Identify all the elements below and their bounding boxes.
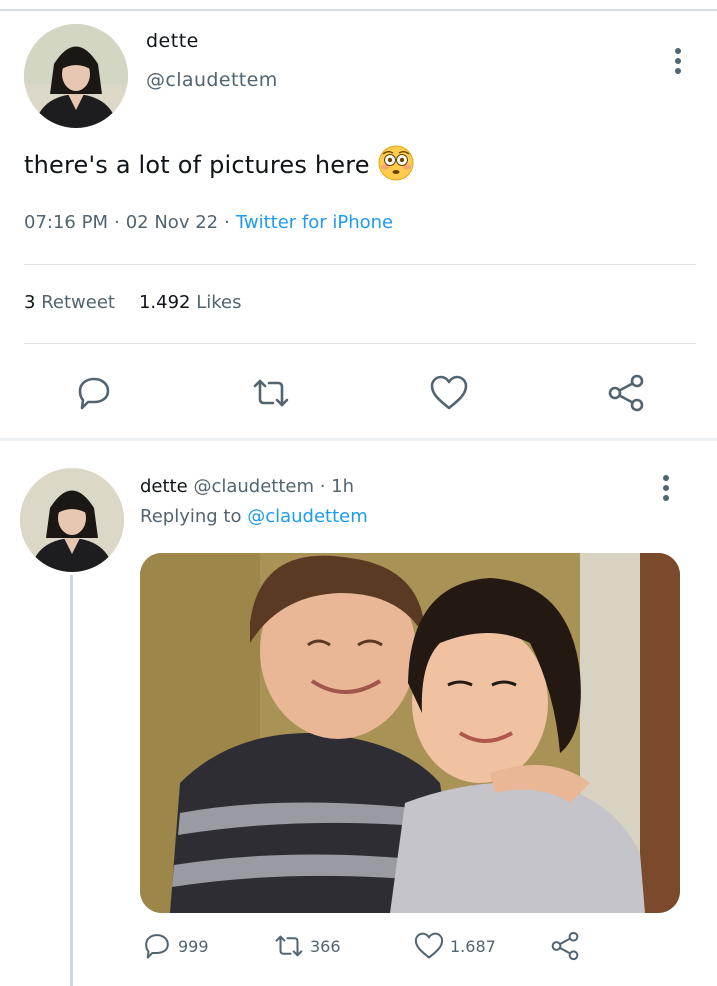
retweet-label: Retweet — [41, 292, 115, 313]
retweet-icon — [275, 935, 303, 957]
top-border — [0, 9, 717, 11]
like-icon — [414, 932, 444, 959]
reply-icon — [145, 934, 169, 959]
tweet-body: there's a lot of pictures here — [24, 151, 370, 179]
thread-line — [70, 575, 73, 986]
retweet-action[interactable]: 366 — [272, 928, 341, 964]
reply-avatar[interactable] — [20, 468, 124, 572]
share-action[interactable] — [548, 928, 586, 964]
reply-header: dette @claudettem · 1h — [140, 476, 355, 497]
avatar[interactable] — [24, 24, 128, 128]
retweet-stat[interactable]: 3 Retweet — [24, 292, 115, 313]
flushed-face-icon — [378, 145, 414, 181]
replying-prefix: Replying to — [140, 506, 242, 527]
like-count: 1.492 — [138, 292, 191, 313]
retweet-count: 3 — [24, 292, 36, 313]
more-options-icon[interactable] — [654, 471, 678, 505]
tweet-time: 07:16 PM — [24, 212, 108, 233]
avatar-image — [20, 468, 124, 572]
section-divider — [0, 438, 717, 441]
reply-display-name[interactable]: dette — [140, 476, 188, 497]
display-name[interactable]: dette — [146, 30, 199, 52]
tweet-photo[interactable] — [140, 553, 680, 913]
tweet-text: there's a lot of pictures here — [24, 145, 414, 184]
tweet-meta: 07:16 PM · 02 Nov 22 · Twitter for iPhone — [24, 212, 394, 233]
divider — [24, 264, 696, 265]
share-icon — [551, 931, 579, 961]
reply-action[interactable]: 999 — [140, 928, 209, 964]
tweet-source-link[interactable]: Twitter for iPhone — [236, 212, 393, 233]
more-options-icon[interactable] — [666, 44, 690, 78]
avatar-image — [24, 24, 128, 128]
reply-handle[interactable]: @claudettem — [193, 476, 314, 497]
like-action[interactable]: 1.687 — [412, 928, 496, 964]
user-handle[interactable]: @claudettem — [146, 69, 278, 91]
like-label: Likes — [196, 292, 242, 313]
reply-count: 999 — [178, 936, 209, 956]
tweet-stats: 3 Retweet 1.492 Likes — [24, 292, 241, 313]
retweet-icon[interactable] — [249, 371, 293, 415]
reply-icon[interactable] — [72, 371, 116, 415]
tweet-date: 02 Nov 22 — [125, 212, 219, 233]
like-icon[interactable] — [427, 371, 471, 415]
share-icon[interactable] — [604, 371, 648, 415]
like-stat[interactable]: 1.492 Likes — [139, 292, 242, 313]
reply-like-count: 1.687 — [450, 936, 496, 956]
reply-time: 1h — [331, 476, 355, 497]
divider — [24, 343, 696, 344]
replying-to: Replying to @claudettem — [140, 506, 368, 527]
replying-to-handle[interactable]: @claudettem — [247, 506, 368, 527]
reply-retweet-count: 366 — [310, 936, 341, 956]
